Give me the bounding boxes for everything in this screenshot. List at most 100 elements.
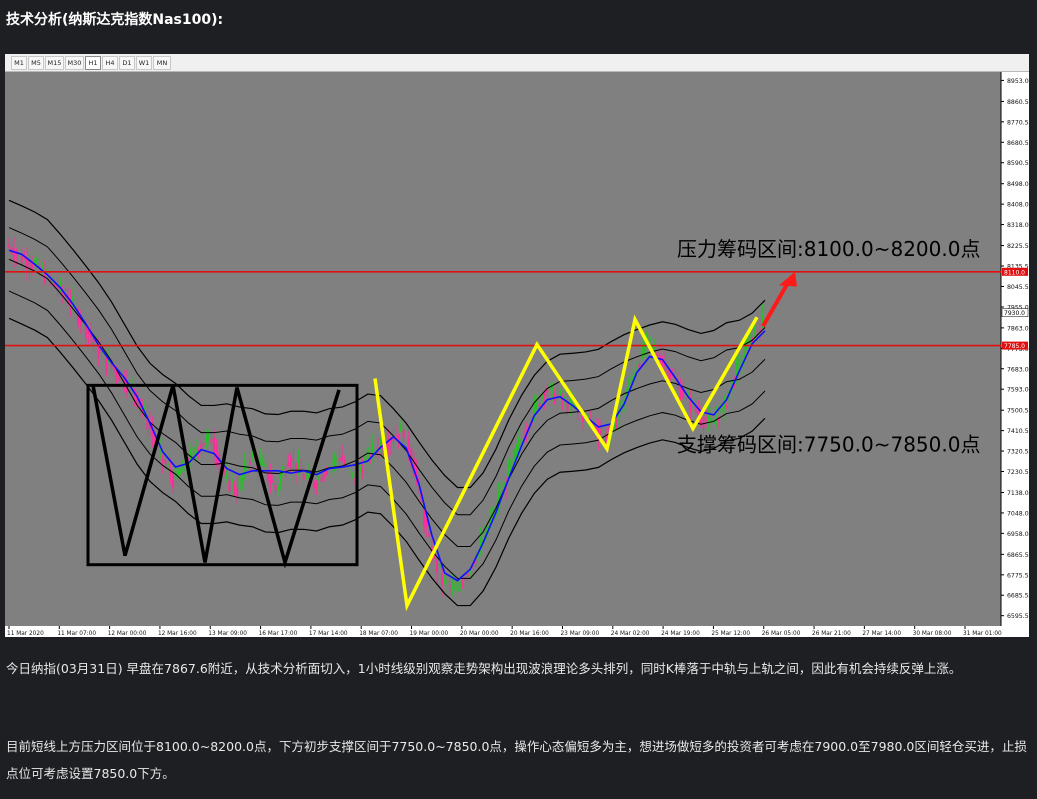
candle-body bbox=[394, 435, 397, 437]
y-tick-label: 7138.0 bbox=[1007, 490, 1029, 497]
candle-body bbox=[236, 487, 239, 497]
y-tick-label: 6685.5 bbox=[1007, 593, 1029, 600]
candle-body bbox=[8, 244, 10, 248]
candle-body bbox=[166, 464, 169, 466]
x-tick-label: 31 Mar 01:00 bbox=[963, 631, 1002, 637]
candle-body bbox=[753, 326, 756, 335]
candle-body bbox=[251, 453, 254, 456]
candle-body bbox=[33, 261, 36, 263]
x-tick-label: 20 Mar 00:00 bbox=[460, 631, 499, 637]
candle-body bbox=[36, 257, 39, 265]
x-tick-label: 23 Mar 09:00 bbox=[560, 631, 599, 637]
candle-body bbox=[336, 458, 339, 461]
candle-body bbox=[738, 354, 741, 370]
candle-body bbox=[312, 481, 315, 489]
x-tick-label: 27 Mar 14:00 bbox=[862, 631, 901, 637]
candle-body bbox=[213, 437, 216, 454]
candle-body bbox=[105, 357, 108, 370]
x-tick-label: 12 Mar 16:00 bbox=[158, 631, 197, 637]
candle-body bbox=[400, 422, 403, 433]
candle-body bbox=[599, 430, 602, 435]
candle-body bbox=[302, 473, 305, 480]
candle-body bbox=[330, 463, 333, 465]
x-tick-label: 13 Mar 09:00 bbox=[208, 631, 247, 637]
candle-body bbox=[459, 583, 462, 588]
candle-body bbox=[241, 474, 244, 483]
candle-body bbox=[538, 403, 541, 407]
x-tick-label: 26 Mar 21:00 bbox=[812, 631, 851, 637]
y-tick-label: 7410.5 bbox=[1007, 428, 1029, 435]
candle-body bbox=[448, 585, 451, 587]
y-tick-label: 6865.5 bbox=[1007, 552, 1029, 559]
candle-body bbox=[558, 389, 561, 397]
x-tick-label: 11 Mar 2020 bbox=[7, 631, 44, 637]
analysis-paragraph-1: 今日纳指(03月31日) 早盘在7867.6附近，从技术分析面切入，1小时线级别… bbox=[6, 661, 962, 676]
candle-body bbox=[271, 480, 274, 483]
candle-body bbox=[333, 456, 336, 463]
y-tick-label: 6595.5 bbox=[1007, 613, 1029, 620]
candle-body bbox=[174, 466, 177, 479]
x-tick-label: 30 Mar 08:00 bbox=[913, 631, 952, 637]
candle-body bbox=[461, 582, 464, 586]
candle-body bbox=[438, 564, 441, 567]
x-tick-label: 16 Mar 17:00 bbox=[259, 631, 298, 637]
y-tick-label: 7683.0 bbox=[1007, 366, 1029, 373]
current-price-label: 7930.0 bbox=[1004, 310, 1025, 317]
x-tick-label: 12 Mar 00:00 bbox=[108, 631, 147, 637]
candle-body bbox=[205, 435, 208, 442]
candle-body bbox=[128, 380, 131, 383]
candle-body bbox=[110, 364, 113, 368]
candle-body bbox=[318, 475, 321, 480]
y-tick-label: 8590.5 bbox=[1007, 160, 1029, 167]
candle-body bbox=[225, 471, 228, 479]
y-tick-label: 8045.5 bbox=[1007, 284, 1029, 291]
candle-body bbox=[210, 438, 213, 444]
candle-body bbox=[443, 577, 446, 581]
candle-body bbox=[689, 400, 692, 413]
y-tick-label: 8680.5 bbox=[1007, 140, 1029, 147]
candle-body bbox=[556, 394, 559, 396]
candle-body bbox=[202, 442, 205, 446]
candle-body bbox=[648, 336, 651, 343]
candle-body bbox=[13, 249, 16, 260]
candle-body bbox=[233, 485, 236, 493]
candle-body bbox=[261, 459, 264, 465]
x-tick-label: 20 Mar 16:00 bbox=[510, 631, 549, 637]
candle-body bbox=[653, 348, 656, 350]
y-tick-label: 8953.0 bbox=[1007, 78, 1029, 85]
candle-body bbox=[441, 573, 444, 585]
candle-body bbox=[341, 455, 344, 462]
candle-body bbox=[338, 457, 341, 461]
candle-body bbox=[264, 463, 267, 468]
candle-body bbox=[207, 430, 210, 441]
candle-body bbox=[289, 455, 292, 468]
candle-body bbox=[238, 477, 241, 490]
candle-body bbox=[602, 431, 605, 433]
analysis-paragraph-2: 目前短线上方压力区间位于8100.0~8200.0点，下方初步支撑区间于7750… bbox=[6, 739, 1027, 781]
time-axis bbox=[5, 626, 1001, 637]
candle-body bbox=[259, 459, 262, 463]
x-tick-label: 11 Mar 07:00 bbox=[57, 631, 96, 637]
candle-body bbox=[643, 348, 646, 354]
candle-body bbox=[428, 532, 431, 537]
candle-body bbox=[705, 418, 708, 421]
x-tick-label: 19 Mar 00:00 bbox=[410, 631, 449, 637]
price-level-tag-label: 7785.0 bbox=[1004, 343, 1025, 350]
y-tick-label: 6958.0 bbox=[1007, 531, 1029, 538]
candle-body bbox=[320, 476, 323, 482]
candle-body bbox=[446, 580, 449, 583]
candle-body bbox=[177, 470, 180, 477]
candle-body bbox=[743, 351, 746, 357]
y-tick-label: 8408.0 bbox=[1007, 202, 1029, 209]
candle-body bbox=[456, 581, 459, 592]
candle-body bbox=[297, 460, 300, 467]
x-tick-label: 18 Mar 07:00 bbox=[359, 631, 398, 637]
price-level-tag-label: 8110.0 bbox=[1004, 269, 1025, 276]
candle-body bbox=[435, 560, 438, 573]
candle-body bbox=[379, 441, 382, 445]
y-tick-label: 6775.5 bbox=[1007, 572, 1029, 579]
page-heading: 技术分析(纳斯达克指数Nas100): bbox=[6, 12, 224, 28]
candle-body bbox=[279, 474, 282, 483]
candle-body bbox=[615, 424, 618, 429]
candle-body bbox=[635, 368, 638, 370]
